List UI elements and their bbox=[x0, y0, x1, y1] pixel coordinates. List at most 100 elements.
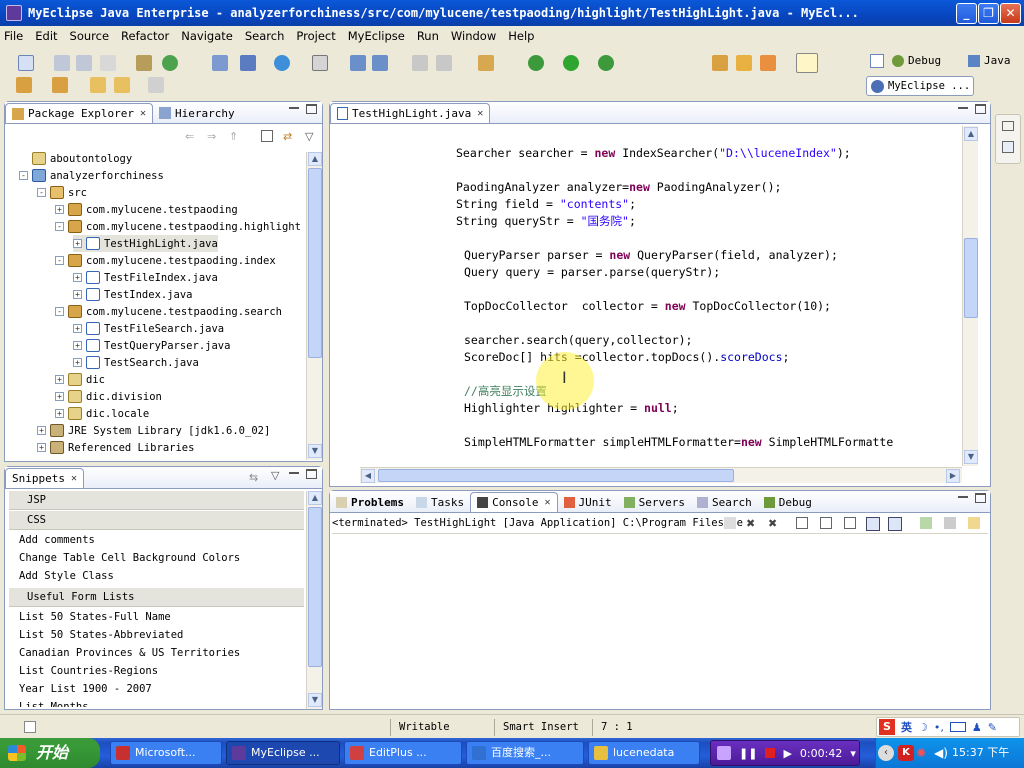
mark-icon[interactable] bbox=[760, 55, 776, 71]
tree-scrollbar[interactable]: ▲ ▼ bbox=[306, 152, 322, 460]
open-icon[interactable] bbox=[478, 55, 494, 71]
maximize-editor-icon[interactable] bbox=[975, 104, 986, 114]
expand-icon[interactable]: + bbox=[73, 324, 82, 333]
tray-bug-icon[interactable]: ✺ bbox=[916, 745, 926, 761]
minimize-snippets-icon[interactable] bbox=[289, 471, 299, 474]
close-tab-icon[interactable]: ✕ bbox=[140, 108, 146, 119]
tree-item[interactable]: + TestHighLight.java bbox=[73, 235, 218, 252]
console-output[interactable] bbox=[332, 535, 988, 707]
taskbar-button[interactable]: lucenedata bbox=[588, 741, 700, 765]
terminate-icon[interactable] bbox=[724, 517, 736, 529]
collapse-all-icon[interactable] bbox=[261, 130, 273, 142]
expand-icon[interactable]: + bbox=[73, 273, 82, 282]
snippet-item[interactable]: Add comments bbox=[19, 531, 95, 549]
copy-icon[interactable] bbox=[436, 55, 452, 71]
volume-icon[interactable]: ◀) bbox=[934, 745, 948, 761]
expand-icon[interactable]: + bbox=[55, 392, 64, 401]
tree-item[interactable]: + TestQueryParser.java bbox=[73, 337, 230, 354]
fast-view-icon[interactable] bbox=[24, 721, 36, 733]
menu-navigate[interactable]: Navigate bbox=[181, 29, 233, 43]
expand-icon[interactable]: + bbox=[73, 358, 82, 367]
close-console-icon[interactable]: ✕ bbox=[544, 497, 550, 508]
tab-testhighlight[interactable]: TestHighLight.java ✕ bbox=[330, 103, 491, 123]
menu-refactor[interactable]: Refactor bbox=[121, 29, 169, 43]
sogou-icon[interactable]: S bbox=[879, 719, 895, 735]
tree-item[interactable]: + TestFileSearch.java bbox=[73, 320, 224, 337]
expand-icon[interactable]: + bbox=[73, 239, 82, 248]
tree-item[interactable]: + TestSearch.java bbox=[73, 354, 199, 371]
tree-item[interactable]: - com.mylucene.testpaoding.index bbox=[55, 252, 276, 269]
tab-junit[interactable]: JUnit bbox=[558, 492, 618, 512]
minimize-view-icon[interactable] bbox=[289, 106, 299, 109]
tree-item[interactable]: + TestIndex.java bbox=[73, 286, 193, 303]
remove-launch-icon[interactable]: ✖ bbox=[746, 517, 755, 530]
menu-search[interactable]: Search bbox=[245, 29, 285, 43]
minimize-button[interactable]: _ bbox=[956, 3, 977, 24]
close-snippets-icon[interactable]: ✕ bbox=[71, 473, 77, 484]
start-button[interactable]: 开始 bbox=[0, 738, 100, 768]
snippet-category[interactable]: JSP bbox=[9, 491, 304, 510]
half-width-icon[interactable]: ☽ bbox=[918, 721, 928, 734]
show-hidden-icons[interactable]: ‹ bbox=[878, 745, 894, 761]
collapse-icon[interactable]: - bbox=[19, 171, 28, 180]
taskbar-button[interactable]: EditPlus ... bbox=[344, 741, 462, 765]
punctuation-icon[interactable]: •, bbox=[934, 721, 944, 734]
scroll-lock-icon[interactable] bbox=[820, 517, 832, 529]
menu-project[interactable]: Project bbox=[296, 29, 335, 43]
scroll-thumb[interactable] bbox=[308, 168, 322, 358]
editor-hscroll-thumb[interactable] bbox=[378, 469, 734, 482]
display-console-icon[interactable] bbox=[944, 517, 956, 529]
menu-file[interactable]: File bbox=[4, 29, 23, 43]
tab-package-explorer[interactable]: Package Explorer ✕ bbox=[5, 103, 153, 123]
open-type-icon[interactable] bbox=[136, 55, 152, 71]
tree-item[interactable]: - com.mylucene.testpaoding.search bbox=[55, 303, 282, 320]
new-java-project-icon[interactable] bbox=[350, 55, 366, 71]
expand-icon[interactable]: + bbox=[37, 426, 46, 435]
code-area[interactable]: Searcher searcher = new IndexSearcher("D… bbox=[344, 145, 958, 465]
maximize-view-icon[interactable] bbox=[306, 104, 317, 114]
refresh-icon[interactable] bbox=[162, 55, 178, 71]
menu-source[interactable]: Source bbox=[70, 29, 110, 43]
debug-icon[interactable] bbox=[528, 55, 544, 71]
menu-help[interactable]: Help bbox=[508, 29, 534, 43]
java-perspective[interactable]: Java bbox=[968, 54, 1011, 67]
expand-icon[interactable]: + bbox=[55, 375, 64, 384]
forward-icon[interactable] bbox=[148, 77, 164, 93]
forward-nav-icon[interactable]: ⇒ bbox=[207, 130, 216, 143]
restore-stack-icon[interactable] bbox=[1002, 121, 1014, 131]
maximize-snippets-icon[interactable] bbox=[306, 469, 317, 479]
clear-console-icon[interactable] bbox=[796, 517, 808, 529]
tray-k-icon[interactable]: K bbox=[898, 745, 914, 761]
next-annotation-icon[interactable] bbox=[16, 77, 32, 93]
menu-edit[interactable]: Edit bbox=[35, 29, 57, 43]
snippet-item[interactable]: Canadian Provinces & US Territories bbox=[19, 644, 240, 662]
tree-item[interactable]: + JRE System Library [jdk1.6.0_02] bbox=[37, 422, 270, 439]
clock[interactable]: 15:37 下午 bbox=[952, 738, 1009, 768]
pause-icon[interactable]: ❚❚ bbox=[739, 747, 757, 760]
snippets-scroll-up[interactable]: ▲ bbox=[308, 491, 322, 505]
snippets-toolbar-icon[interactable]: ⇆ bbox=[249, 471, 258, 484]
tree-item[interactable]: - com.mylucene.testpaoding.highlight bbox=[55, 218, 301, 235]
snippets-menu-icon[interactable]: ▽ bbox=[271, 469, 279, 482]
scroll-down-arrow[interactable]: ▼ bbox=[308, 444, 322, 458]
tree-item[interactable]: - src bbox=[37, 184, 87, 201]
expand-icon[interactable]: + bbox=[55, 205, 64, 214]
previous-annotation-icon[interactable] bbox=[52, 77, 68, 93]
snippets-scrollbar[interactable]: ▲ ▼ bbox=[306, 491, 322, 709]
scroll-up-arrow[interactable]: ▲ bbox=[308, 152, 322, 166]
tools-icon[interactable]: ✎ bbox=[988, 721, 997, 734]
tree-item[interactable]: + Referenced Libraries bbox=[37, 439, 194, 456]
snippet-item[interactable]: List 50 States-Full Name bbox=[19, 608, 171, 626]
snippet-category[interactable]: CSS bbox=[9, 511, 304, 530]
ime-language[interactable]: 英 bbox=[901, 719, 912, 735]
tree-item[interactable]: - analyzerforchiness bbox=[19, 167, 164, 184]
link-editor-icon[interactable]: ⇄ bbox=[283, 130, 292, 143]
editor-vscroll-thumb[interactable] bbox=[964, 238, 978, 318]
soft-keyboard-icon[interactable] bbox=[949, 722, 966, 732]
taskbar-button[interactable]: 百度搜索_... bbox=[466, 741, 584, 765]
play-icon[interactable]: ▶ bbox=[783, 747, 791, 760]
save-all-icon[interactable] bbox=[76, 55, 92, 71]
close-editor-icon[interactable]: ✕ bbox=[477, 108, 483, 119]
up-nav-icon[interactable]: ⇑ bbox=[229, 130, 238, 143]
recorder-menu-icon[interactable]: ▾ bbox=[850, 747, 856, 760]
